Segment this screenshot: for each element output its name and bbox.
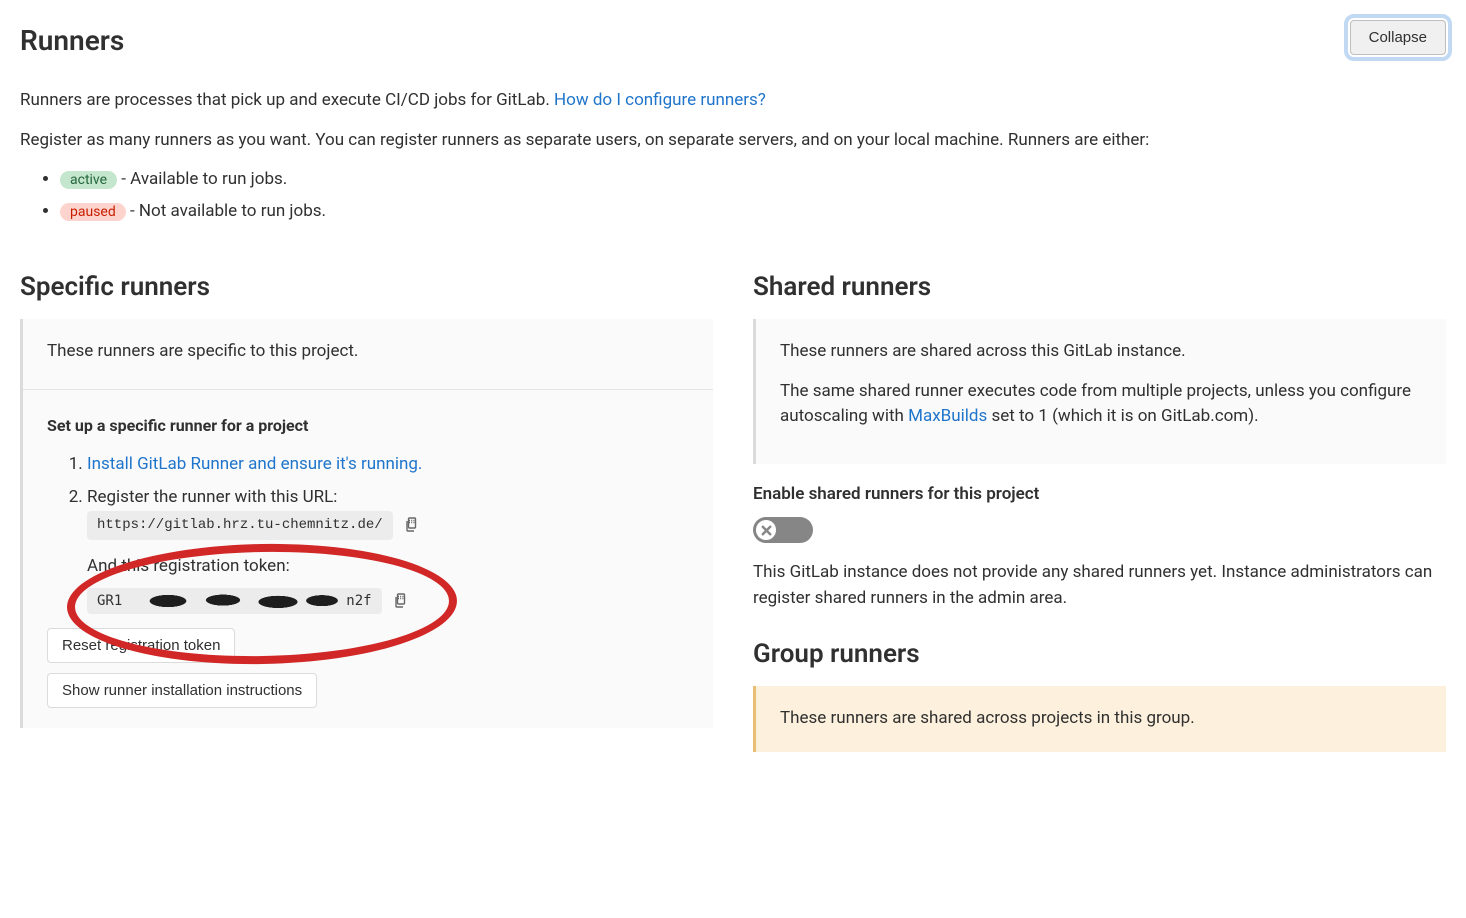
runner-states-list: active - Available to run jobs. paused -… bbox=[20, 167, 1446, 224]
registration-url: https://gitlab.hrz.tu-chemnitz.de/ bbox=[87, 511, 393, 540]
list-item: Install GitLab Runner and ensure it's ru… bbox=[87, 452, 693, 478]
shared-desc2b: set to 1 (which it is on GitLab.com). bbox=[987, 406, 1258, 426]
paused-text: - Not available to run jobs. bbox=[126, 201, 326, 221]
shared-runners-heading: Shared runners bbox=[753, 268, 1446, 307]
specific-runners-heading: Specific runners bbox=[20, 268, 713, 307]
shared-desc2: The same shared runner executes code fro… bbox=[780, 379, 1426, 430]
specific-desc: These runners are specific to this proje… bbox=[47, 339, 693, 365]
registration-token: GR1 n2f bbox=[87, 588, 382, 614]
copy-token-icon[interactable] bbox=[388, 587, 414, 613]
page-title: Runners bbox=[20, 20, 124, 62]
close-icon bbox=[760, 524, 773, 537]
enable-shared-toggle[interactable] bbox=[753, 517, 813, 543]
toggle-knob bbox=[754, 518, 778, 542]
list-item: Register the runner with this URL: https… bbox=[87, 485, 693, 614]
step2-text: Register the runner with this URL: bbox=[87, 487, 337, 507]
intro-paragraph: Register as many runners as you want. Yo… bbox=[20, 128, 1446, 154]
enable-shared-label: Enable shared runners for this project bbox=[753, 482, 1446, 508]
setup-heading: Set up a specific runner for a project bbox=[47, 414, 693, 438]
token-prefix: GR1 bbox=[97, 591, 122, 612]
token-label: And this registration token: bbox=[87, 554, 693, 580]
active-text: - Available to run jobs. bbox=[117, 169, 287, 189]
list-item: active - Available to run jobs. bbox=[60, 167, 1446, 193]
configure-runners-link[interactable]: How do I configure runners? bbox=[554, 90, 766, 110]
group-runners-heading: Group runners bbox=[753, 635, 1446, 674]
copy-url-icon[interactable] bbox=[399, 511, 425, 537]
token-suffix: n2f bbox=[346, 591, 371, 612]
show-instructions-button[interactable]: Show runner installation instructions bbox=[47, 673, 317, 708]
shared-desc1: These runners are shared across this Git… bbox=[780, 339, 1426, 365]
shared-runners-panel: These runners are shared across this Git… bbox=[753, 319, 1446, 464]
specific-runners-panel: These runners are specific to this proje… bbox=[20, 319, 713, 728]
list-item: paused - Not available to run jobs. bbox=[60, 199, 1446, 225]
install-runner-link[interactable]: Install GitLab Runner and ensure it's ru… bbox=[87, 454, 422, 474]
active-badge: active bbox=[60, 171, 117, 189]
paused-badge: paused bbox=[60, 203, 126, 221]
maxbuilds-link[interactable]: MaxBuilds bbox=[908, 406, 987, 426]
redacted-scribble bbox=[124, 592, 344, 610]
group-runners-panel: These runners are shared across projects… bbox=[753, 686, 1446, 752]
reset-token-button[interactable]: Reset registration token bbox=[47, 628, 235, 663]
setup-steps: Install GitLab Runner and ensure it's ru… bbox=[47, 452, 693, 615]
collapse-button[interactable]: Collapse bbox=[1350, 20, 1446, 55]
group-desc: These runners are shared across projects… bbox=[780, 706, 1426, 732]
shared-note: This GitLab instance does not provide an… bbox=[753, 560, 1446, 611]
intro-desc: Runners are processes that pick up and e… bbox=[20, 90, 554, 110]
intro-text: Runners are processes that pick up and e… bbox=[20, 88, 1446, 114]
